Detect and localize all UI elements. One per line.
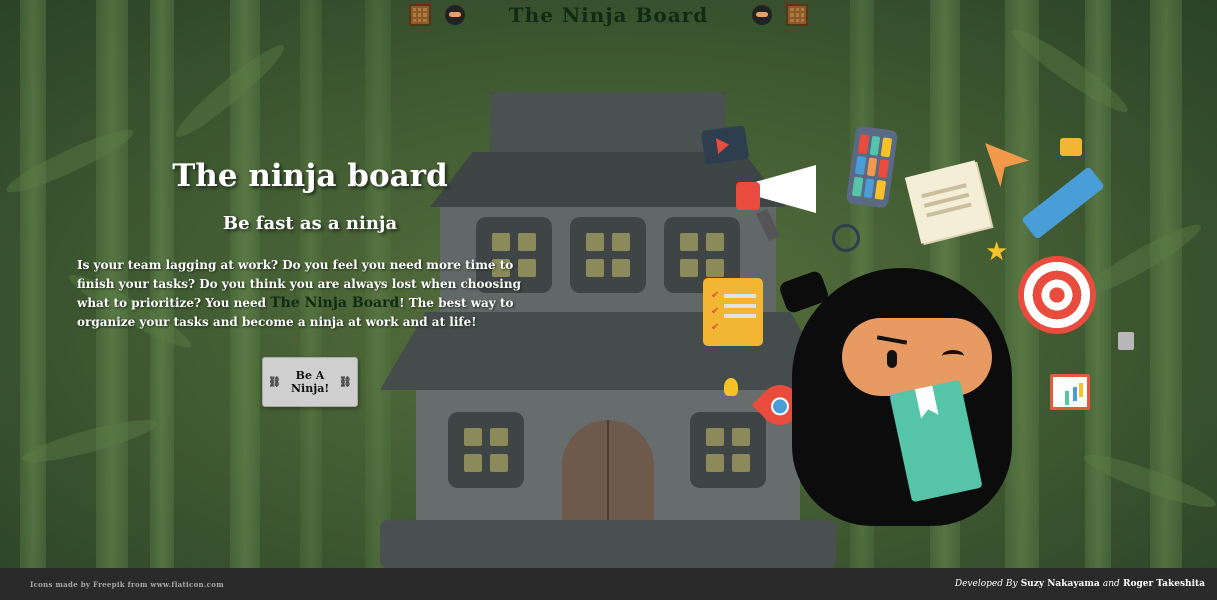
icon-credit: Icons made by Freepik from www.flaticon.… [30,579,224,589]
hero-title: The ninja board [172,158,448,194]
developed-by-label: Developed By [954,579,1018,589]
developer-credit: Developed By Suzy Nakayama and Roger Tak… [955,579,1205,589]
top-nav: The Ninja Board [0,0,1217,30]
ninja-head-icon [444,5,465,25]
be-a-ninja-button[interactable]: ⛓ Be A Ninja! ⛓ [262,357,358,407]
developer-name: Roger Takeshita [1122,579,1205,589]
presentation-board-icon [1050,374,1090,410]
nunchaku-icon: ⛓ [268,376,281,388]
folder-icon [1060,138,1082,156]
ninja-mascot [777,258,1020,528]
nav-title[interactable]: The Ninja Board [509,3,708,27]
gauge-icon [832,224,860,252]
video-book-icon [700,125,750,165]
hero-brand-name: The Ninja Board [270,295,400,311]
nunchaku-icon: ⛓ [339,376,352,388]
ninja-head-icon [752,5,773,25]
calculator-icon [1118,332,1134,350]
crate-icon [408,4,431,26]
megaphone-icon [736,160,816,242]
target-icon [1018,256,1096,334]
be-a-ninja-label: Be A Ninja! [291,369,330,395]
footer: Icons made by Freepik from www.flaticon.… [0,568,1217,600]
hero-paragraph: Is your team lagging at work? Do you fee… [77,256,547,332]
hero-subtitle: Be fast as a ninja [222,213,398,234]
developer-name: Suzy Nakayama [1020,579,1100,589]
crate-icon [786,4,809,26]
and-label: and [1102,579,1120,589]
clipboard-icon [703,278,763,346]
lightbulb-icon [724,378,738,396]
